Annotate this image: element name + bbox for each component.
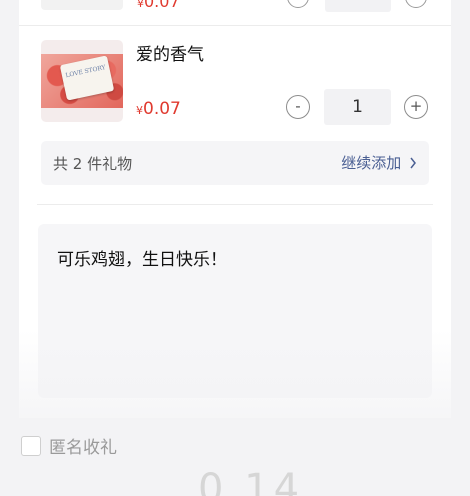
gift-count: 共 2 件礼物	[53, 155, 133, 173]
decrease-quantity-button[interactable]: -	[286, 95, 310, 119]
previous-item-plus-button[interactable]	[405, 0, 427, 8]
gift-summary-bar: 共 2 件礼物 继续添加	[41, 141, 429, 185]
message-textarea[interactable]: 可乐鸡翅，生日快乐！	[38, 224, 432, 398]
previous-item-minus-button[interactable]	[287, 0, 309, 8]
total-amount-partial: 0.14	[198, 466, 304, 496]
gift-item-row: LOVE STORY 爱的香气 ¥0.07 - 1 +	[41, 40, 431, 125]
message-text: 可乐鸡翅，生日快乐！	[57, 250, 227, 270]
add-more-button[interactable]: 继续添加	[341, 152, 417, 173]
chevron-right-icon	[410, 157, 416, 169]
increase-quantity-button[interactable]: +	[404, 95, 428, 119]
add-more-label: 继续添加	[341, 154, 402, 172]
gift-item-image: LOVE STORY	[41, 40, 123, 122]
quantity-field[interactable]: 1	[324, 89, 391, 125]
gift-item-price: ¥0.07	[136, 99, 181, 119]
price-value: 0.07	[143, 99, 181, 119]
anonymous-checkbox[interactable]	[21, 436, 41, 456]
previous-item-thumbnail	[41, 0, 123, 10]
gift-item-name: 爱的香气	[136, 45, 204, 65]
divider	[37, 204, 433, 205]
previous-item-price: ¥0.07	[137, 0, 180, 11]
previous-item-row: ¥0.07	[19, 0, 451, 26]
previous-item-quantity[interactable]	[325, 0, 391, 12]
anonymous-label: 匿名收礼	[49, 438, 117, 458]
currency-symbol: ¥	[136, 104, 143, 117]
